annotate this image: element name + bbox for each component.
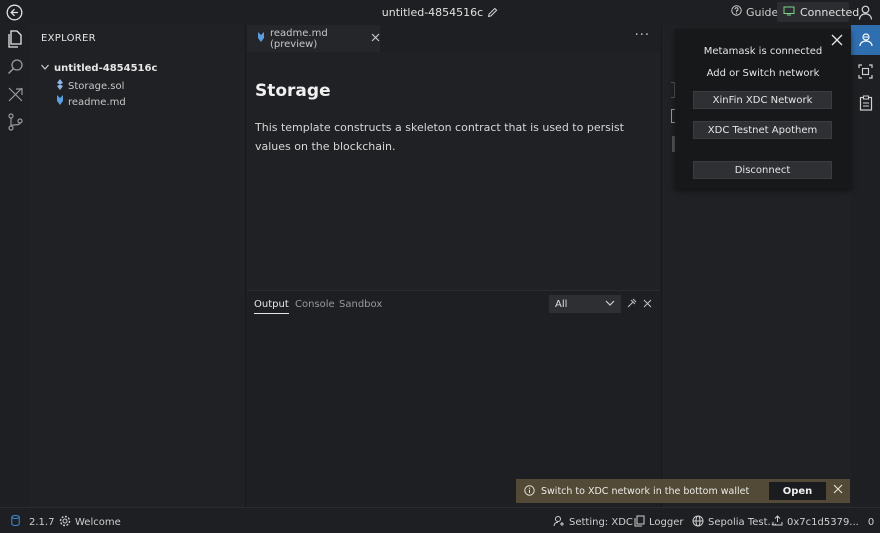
logger-button[interactable]: Logger xyxy=(634,515,683,530)
tab-console[interactable]: Console xyxy=(295,299,335,310)
account-indicator[interactable]: 0x7c1d5379... 0 xyxy=(772,515,874,529)
tab-label: readme.md (preview) xyxy=(270,27,328,50)
status-bar: 2.1.7 Welcome Setting: XDC Logger Sepoli… xyxy=(0,507,880,533)
database-icon xyxy=(11,515,20,529)
copy-icon xyxy=(634,515,645,530)
account-address: 0x7c1d5379... xyxy=(787,516,859,528)
globe-icon xyxy=(692,515,704,530)
wallet-plugin-icon[interactable] xyxy=(851,25,880,55)
explorer-title: EXPLORER xyxy=(41,33,96,44)
account-balance: 0 xyxy=(867,516,875,528)
close-icon[interactable] xyxy=(833,484,843,494)
title-bar: untitled-4854516c Guide Connected xyxy=(0,0,880,25)
output-panel: Output Console Sandbox All xyxy=(247,290,660,507)
setting-label: Setting: XDC xyxy=(569,517,633,528)
chevron-down-icon xyxy=(605,298,615,311)
monitor-icon xyxy=(783,6,795,19)
version-indicator[interactable]: 2.1.7 xyxy=(11,515,54,529)
network-indicator[interactable]: Sepolia Test... xyxy=(692,515,777,530)
upload-icon xyxy=(772,515,783,529)
tab-output[interactable]: Output xyxy=(254,299,289,314)
guide-button[interactable]: Guide xyxy=(731,5,778,19)
open-button[interactable]: Open xyxy=(769,482,826,500)
activity-bar xyxy=(0,25,29,507)
tab-sandbox[interactable]: Sandbox xyxy=(339,299,382,310)
connected-label: Connected xyxy=(800,5,860,19)
close-icon[interactable] xyxy=(831,34,843,46)
setting-button[interactable]: Setting: XDC xyxy=(553,515,633,530)
markdown-file-icon xyxy=(56,95,64,109)
logger-label: Logger xyxy=(649,517,684,528)
tab-bar: readme.md (preview) ··· xyxy=(247,25,660,52)
wallet-network-popup: Metamask is connected Add or Switch netw… xyxy=(675,29,851,189)
notification-message: Switch to XDC network in the bottom wall… xyxy=(541,486,750,497)
gear-icon xyxy=(59,515,71,530)
git-branch-icon[interactable] xyxy=(5,112,25,132)
info-icon xyxy=(524,485,535,499)
welcome-button[interactable]: Welcome xyxy=(59,515,121,530)
right-activity-bar xyxy=(851,25,880,507)
guide-label: Guide xyxy=(746,5,779,19)
wallet-connected-button[interactable]: Connected xyxy=(777,2,859,22)
readme-paragraph: This template constructs a skeleton cont… xyxy=(255,121,624,153)
explorer-panel: EXPLORER untitled-4854516c Storage.sol r… xyxy=(29,25,246,507)
file-name: Storage.sol xyxy=(68,80,125,92)
user-settings-icon xyxy=(553,515,565,530)
welcome-label: Welcome xyxy=(75,517,121,528)
clipboard-icon[interactable] xyxy=(851,88,880,118)
project-title-text: untitled-4854516c xyxy=(381,6,484,19)
file-item-readme[interactable]: readme.md xyxy=(56,95,126,109)
readme-heading: Storage xyxy=(255,81,331,101)
output-filter-select[interactable]: All xyxy=(549,295,621,313)
network-prompt: Add or Switch network xyxy=(706,68,820,79)
file-item-storage[interactable]: Storage.sol xyxy=(56,79,124,93)
user-icon[interactable] xyxy=(857,4,874,21)
tab-readme-preview[interactable]: readme.md (preview) xyxy=(247,25,380,52)
clear-output-icon[interactable] xyxy=(627,298,637,311)
files-icon[interactable] xyxy=(5,29,25,49)
version-text: 2.1.7 xyxy=(29,516,55,528)
workspace-name: untitled-4854516c xyxy=(54,63,158,74)
solidity-file-icon xyxy=(56,79,64,93)
info-icon xyxy=(731,5,742,19)
compile-icon[interactable] xyxy=(5,84,25,104)
network-label: Sepolia Test... xyxy=(708,517,778,528)
xdc-testnet-button[interactable]: XDC Testnet Apothem xyxy=(693,121,832,139)
workspace-folder[interactable]: untitled-4854516c xyxy=(40,62,157,75)
metamask-status: Metamask is connected xyxy=(703,46,823,57)
filter-value: All xyxy=(555,298,568,310)
xinfin-network-button[interactable]: XinFin XDC Network xyxy=(693,91,832,109)
scan-icon[interactable] xyxy=(851,56,880,86)
close-panel-icon[interactable] xyxy=(643,298,652,311)
close-icon[interactable] xyxy=(371,33,380,45)
disconnect-button[interactable]: Disconnect xyxy=(693,161,832,179)
more-actions-icon[interactable]: ··· xyxy=(635,28,650,43)
chevron-down-icon xyxy=(40,62,50,75)
edit-pencil-icon[interactable] xyxy=(487,7,498,21)
markdown-file-icon xyxy=(257,31,265,46)
editor-area: readme.md (preview) ··· Storage This tem… xyxy=(247,25,660,290)
search-icon[interactable] xyxy=(5,56,25,76)
file-name: readme.md xyxy=(68,96,126,108)
notification-toast: Switch to XDC network in the bottom wall… xyxy=(516,479,850,503)
